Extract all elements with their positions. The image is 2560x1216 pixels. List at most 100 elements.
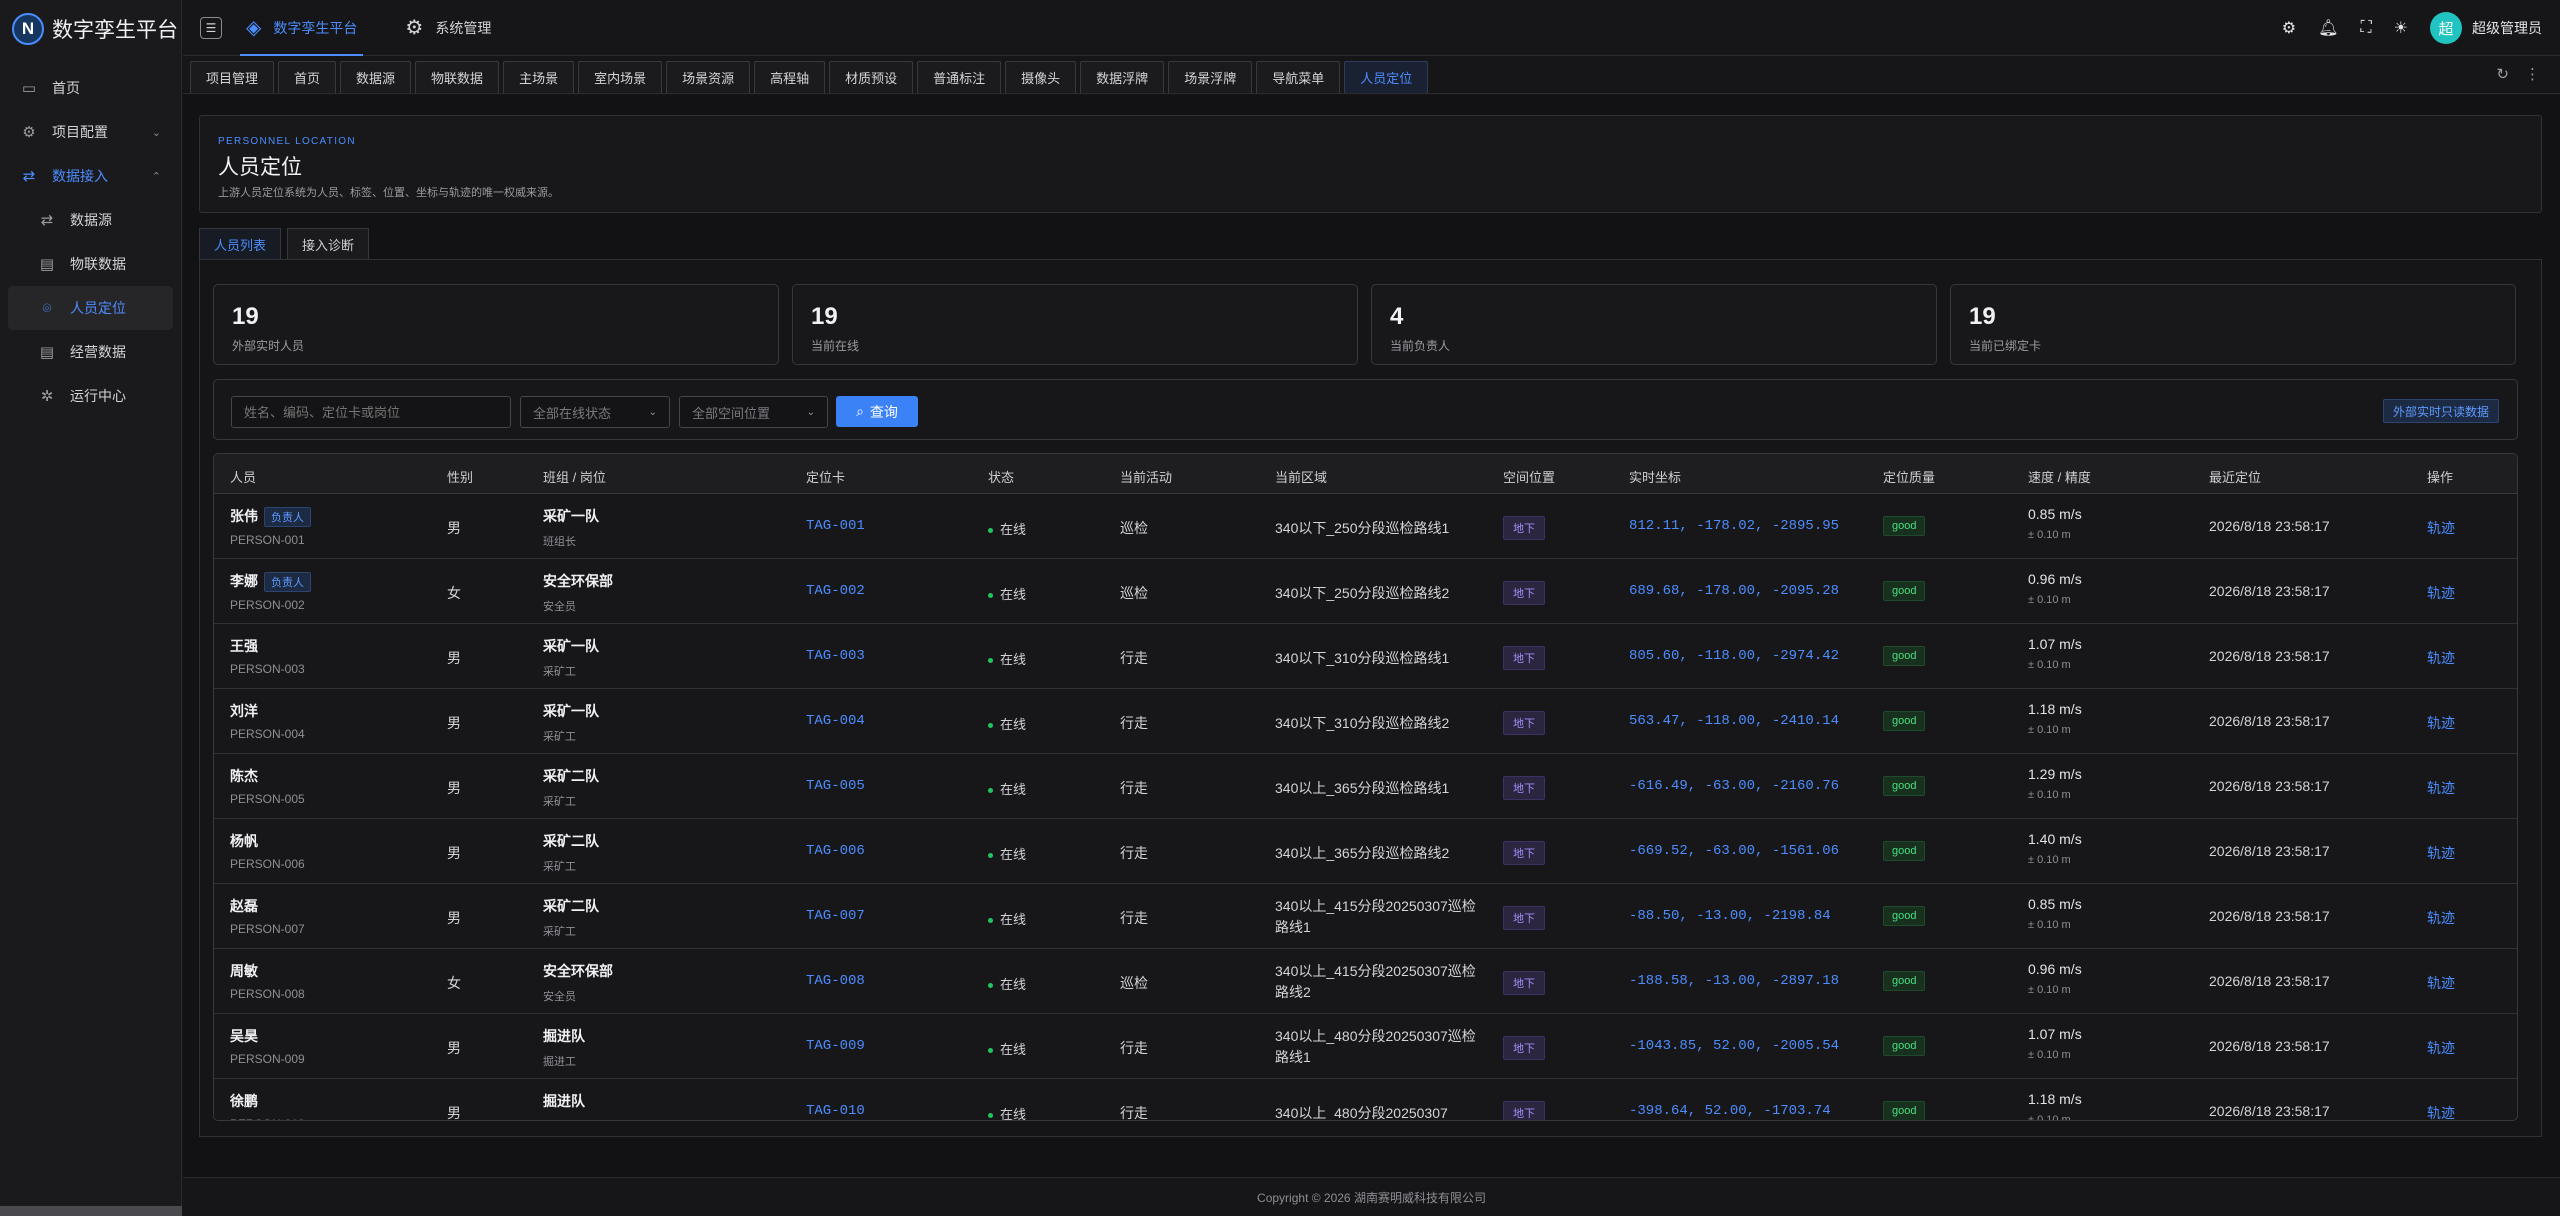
sidebar-item-iot-data[interactable]: ▤ 物联数据 <box>0 242 181 286</box>
tab-home[interactable]: 首页 <box>278 61 337 93</box>
status-select-value: 全部在线状态 <box>533 405 612 421</box>
trajectory-link[interactable]: 轨迹 <box>2427 908 2455 928</box>
tag-card-link[interactable]: TAG-006 <box>806 843 865 859</box>
tag-card-link[interactable]: TAG-010 <box>806 1103 865 1119</box>
tag-card-link[interactable]: TAG-003 <box>806 648 865 664</box>
sidebar-item-business-data[interactable]: ▤ 经营数据 <box>0 330 181 374</box>
tab-data-float[interactable]: 数据浮牌 <box>1080 61 1165 93</box>
tab-access-diagnosis[interactable]: 接入诊断 <box>287 228 370 259</box>
tab-indoor-scene[interactable]: 室内场景 <box>578 61 663 93</box>
trajectory-link[interactable]: 轨迹 <box>2427 843 2455 863</box>
quality-cell: good <box>1883 516 1926 536</box>
table-row[interactable]: 王强 PERSON-003 男 采矿一队 采矿工 TAG-003 在线 行走 340以下_310… <box>214 624 2517 689</box>
tag-card-link[interactable]: TAG-004 <box>806 713 865 729</box>
tab-iot-data[interactable]: 物联数据 <box>415 61 500 93</box>
tag-card-link[interactable]: TAG-009 <box>806 1038 865 1054</box>
space-select-value: 全部空间位置 <box>692 405 771 421</box>
app-logo[interactable]: N 数字孪生平台 <box>0 0 181 57</box>
sidebar-item-personnel-location[interactable]: ⌾ 人员定位 <box>8 286 173 330</box>
tab-main-scene[interactable]: 主场景 <box>503 61 575 93</box>
col-action-header: 操作 <box>2427 470 2454 485</box>
trajectory-link[interactable]: 轨迹 <box>2427 1103 2455 1120</box>
trajectory-link[interactable]: 轨迹 <box>2427 973 2455 993</box>
status-text: 在线 <box>1000 912 1027 927</box>
tab-common-markers[interactable]: 普通标注 <box>917 61 1002 93</box>
table-row[interactable]: 徐鹏 PERSON-010 男 掘进队掘进工 TAG-010 在线 行走 340以上_480分… <box>214 1079 2517 1121</box>
accuracy-value: ± 0.10 m <box>2028 789 2071 801</box>
col-coord-header: 实时坐标 <box>1629 470 1682 485</box>
gender-cell: 男 <box>447 910 461 926</box>
query-button[interactable]: ⌕ 查询 <box>836 396 918 427</box>
tab-camera[interactable]: 摄像头 <box>1005 61 1077 93</box>
tab-scene-resources[interactable]: 场景资源 <box>666 61 751 93</box>
topnav-system-admin[interactable]: ⚙ 系统管理 <box>389 0 507 56</box>
refresh-icon[interactable]: ↻ <box>2496 65 2509 83</box>
topnav-digital-twin[interactable]: ◈ 数字孪生平台 <box>230 0 373 56</box>
tab-scene-float[interactable]: 场景浮牌 <box>1168 61 1253 93</box>
search-input[interactable] <box>231 396 511 428</box>
stat-value: 19 <box>1969 303 1996 330</box>
person-name: 李娜 负责人 <box>230 571 311 592</box>
table-row[interactable]: 赵磊 PERSON-007 男 采矿二队 采矿工 TAG-007 在线 行走 340以上_415… <box>214 884 2517 949</box>
gender-cell: 男 <box>447 1105 461 1121</box>
tab-datasource[interactable]: 数据源 <box>340 61 412 93</box>
person-name-text: 陈杰 <box>230 768 258 784</box>
theme-icon[interactable]: ☀ <box>2394 18 2408 38</box>
sidebar-item-project-config[interactable]: ⚙ 项目配置 ⌄ <box>0 110 181 154</box>
table-row[interactable]: 张伟 负责人 PERSON-001 男 采矿一队 班组长 TAG-001 在线 巡检 340以下_… <box>214 494 2517 559</box>
sidebar-item-label: 首页 <box>52 80 80 96</box>
accuracy-value: ± 0.10 m <box>2028 854 2071 866</box>
trajectory-link[interactable]: 轨迹 <box>2427 778 2455 798</box>
coord-cell: -398.64, 52.00, -1703.74 <box>1629 1103 1831 1119</box>
space-select[interactable]: 全部空间位置 ⌄ <box>679 396 828 428</box>
table-row[interactable]: 吴昊 PERSON-009 男 掘进队 掘进工 TAG-009 在线 行走 340以上_480分… <box>214 1014 2517 1079</box>
tag-card-link[interactable]: TAG-001 <box>806 518 865 534</box>
tab-project-manage[interactable]: 项目管理 <box>190 61 275 93</box>
space-cell: 地下 <box>1503 516 1545 540</box>
table-row[interactable]: 刘洋 PERSON-004 男 采矿一队 采矿工 TAG-004 在线 行走 340以下_310… <box>214 689 2517 754</box>
collapse-sidebar-icon[interactable]: ☰ <box>200 16 222 39</box>
tab-personnel-location[interactable]: 人员定位 <box>1344 61 1429 93</box>
fullscreen-icon[interactable]: ⛶ <box>2360 19 2371 37</box>
person-name: 张伟 负责人 <box>230 506 311 527</box>
tab-personnel-list[interactable]: 人员列表 <box>199 228 282 259</box>
table-row[interactable]: 陈杰 PERSON-005 男 采矿二队 采矿工 TAG-005 在线 行走 340以上_365… <box>214 754 2517 819</box>
col-space-header: 空间位置 <box>1503 470 1556 485</box>
tag-card-link[interactable]: TAG-002 <box>806 583 865 599</box>
tag-card-link[interactable]: TAG-005 <box>806 778 865 794</box>
speed-value: 1.07 m/s <box>2028 636 2082 652</box>
more-vertical-icon[interactable]: ⋮ <box>2525 65 2540 83</box>
quality-cell: good <box>1883 841 1926 861</box>
table-row[interactable]: 李娜 负责人 PERSON-002 女 安全环保部 安全员 TAG-002 在线 巡检 340以下… <box>214 559 2517 624</box>
area-cell: 340以下_250分段巡检路线2 <box>1275 585 1450 601</box>
tag-card-link[interactable]: TAG-008 <box>806 973 865 989</box>
bell-icon[interactable]: 🔔︎ <box>2318 18 2338 38</box>
person-name: 刘洋 <box>230 701 305 721</box>
trajectory-link[interactable]: 轨迹 <box>2427 1038 2455 1058</box>
sidebar-scrollbar[interactable] <box>0 1206 182 1216</box>
trajectory-link[interactable]: 轨迹 <box>2427 713 2455 733</box>
settings-icon[interactable]: ⚙ <box>2282 18 2296 38</box>
group-cell: 安全环保部 安全员 <box>543 571 613 614</box>
table-row[interactable]: 周敏 PERSON-008 女 安全环保部 安全员 TAG-008 在线 巡检 340以上_41… <box>214 949 2517 1014</box>
trajectory-link[interactable]: 轨迹 <box>2427 583 2455 603</box>
tag-card-link[interactable]: TAG-007 <box>806 908 865 924</box>
tab-nav-menu[interactable]: 导航菜单 <box>1256 61 1341 93</box>
sidebar-item-data-access[interactable]: ⇄ 数据接入 ⌃ <box>0 154 181 198</box>
tab-material-presets[interactable]: 材质预设 <box>829 61 914 93</box>
trajectory-link[interactable]: 轨迹 <box>2427 648 2455 668</box>
status-cell: 在线 <box>988 519 1026 538</box>
person-code: PERSON-005 <box>230 792 305 806</box>
sidebar-item-label: 人员定位 <box>70 300 126 316</box>
tab-elevation-axis[interactable]: 高程轴 <box>754 61 826 93</box>
user-name[interactable]: 超级管理员 <box>2472 18 2542 38</box>
sidebar-item-datasource[interactable]: ⇄ 数据源 <box>0 198 181 242</box>
sidebar-item-home[interactable]: ▭ 首页 <box>0 66 181 110</box>
status-text: 在线 <box>1000 847 1027 862</box>
sidebar-item-operation-center[interactable]: ✲ 运行中心 <box>0 374 181 418</box>
trajectory-link[interactable]: 轨迹 <box>2427 518 2455 538</box>
table-row[interactable]: 杨帆 PERSON-006 男 采矿二队 采矿工 TAG-006 在线 行走 340以上_365… <box>214 819 2517 884</box>
avatar[interactable]: 超 <box>2430 12 2462 44</box>
status-cell: 在线 <box>988 1104 1026 1120</box>
status-select[interactable]: 全部在线状态 ⌄ <box>520 396 670 428</box>
